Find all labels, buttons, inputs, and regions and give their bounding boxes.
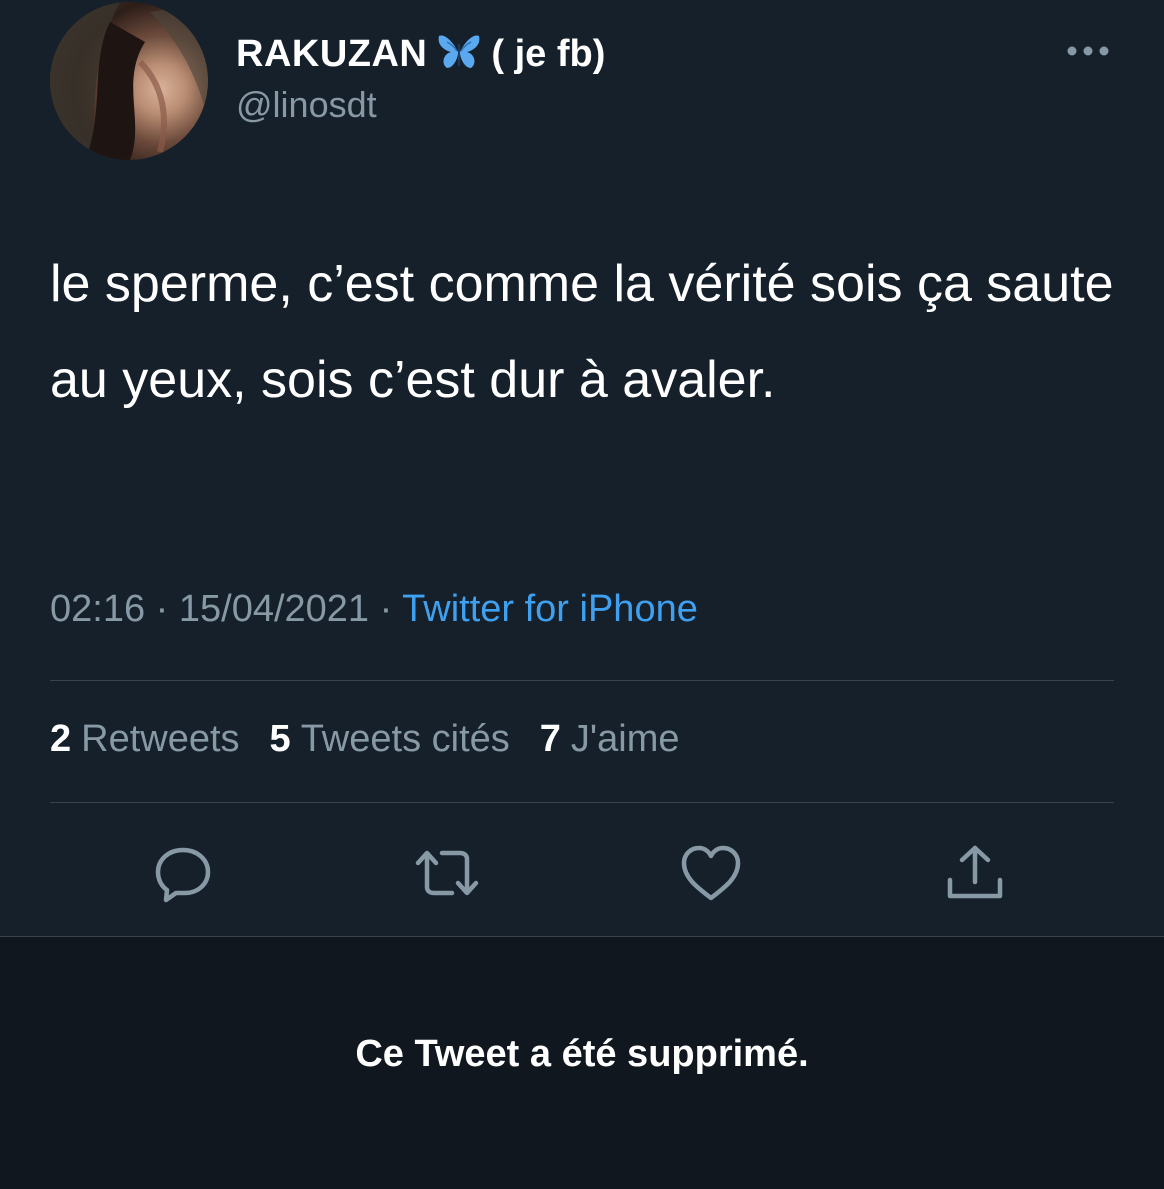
tweet-metadata: 02:16 · 15/04/2021 · Twitter for iPhone — [50, 588, 698, 631]
quotes-count: 5 — [269, 718, 291, 760]
divider — [50, 680, 1114, 681]
display-name-suffix[interactable]: ( je fb) — [491, 33, 605, 76]
tweet-text: le sperme, c’est comme la vérité sois ça… — [50, 255, 1114, 409]
display-name-row[interactable]: RAKUZAN ( je fb) — [236, 26, 605, 82]
share-icon — [947, 845, 1003, 899]
likes-label: J'aime — [570, 718, 680, 760]
retweets-label: Retweets — [81, 718, 240, 760]
like-button[interactable] — [678, 840, 744, 906]
tweet-detail: RAKUZAN ( je fb) @linosdt le sperme, c’e… — [0, 0, 1164, 936]
divider — [50, 802, 1114, 803]
tweet-source-link[interactable]: Twitter for iPhone — [402, 588, 698, 630]
likes-stat[interactable]: 7 J'aime — [540, 718, 680, 761]
tweet-stats: 2 Retweets 5 Tweets cités 7 J'aime — [50, 718, 680, 761]
share-button[interactable] — [942, 840, 1008, 906]
retweets-count: 2 — [50, 718, 72, 760]
tweet-time: 02:16 — [50, 588, 146, 630]
reply-icon — [155, 847, 211, 903]
quotes-label: Tweets cités — [300, 718, 510, 760]
reply-button[interactable] — [150, 840, 216, 906]
avatar[interactable] — [50, 2, 208, 160]
retweet-button[interactable] — [414, 840, 480, 906]
tweet-date: 15/04/2021 — [178, 588, 370, 630]
user-handle[interactable]: @linosdt — [236, 84, 377, 126]
likes-count: 7 — [539, 718, 561, 760]
deleted-tweet-text: Ce Tweet a été supprimé. — [355, 1033, 809, 1075]
butterfly-emoji-icon — [437, 34, 481, 75]
display-name[interactable]: RAKUZAN — [236, 33, 427, 76]
quotes-stat[interactable]: 5 Tweets cités — [270, 718, 510, 761]
meta-separator: · — [155, 588, 169, 630]
meta-separator: · — [379, 588, 393, 630]
deleted-tweet-notice: Ce Tweet a été supprimé. — [0, 936, 1164, 1189]
retweets-stat[interactable]: 2 Retweets — [50, 718, 240, 761]
action-bar — [0, 840, 1164, 906]
more-dots-icon[interactable] — [1060, 36, 1116, 66]
retweet-icon — [415, 850, 479, 896]
heart-icon — [681, 845, 741, 901]
